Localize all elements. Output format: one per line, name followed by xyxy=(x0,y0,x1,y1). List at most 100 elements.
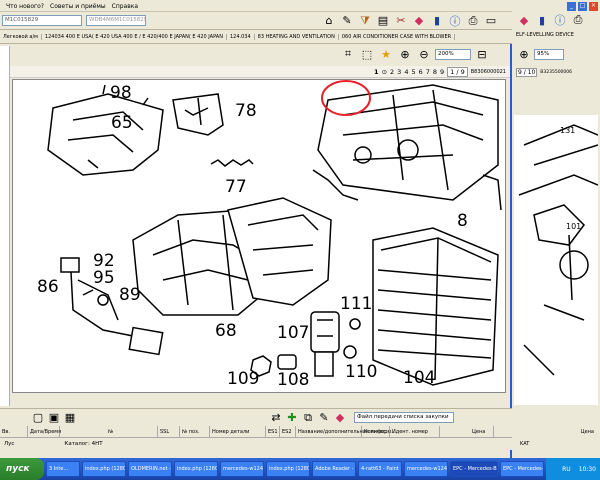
page-7[interactable]: 7 xyxy=(426,68,430,76)
second-zoom-select[interactable]: 95% xyxy=(534,48,564,60)
part-8-drawing[interactable] xyxy=(482,174,502,211)
col-header[interactable]: № xyxy=(106,425,158,438)
taskbar-item[interactable]: index.php (1280 ... xyxy=(266,461,310,477)
col-header[interactable]: Название/дополнительная информ... xyxy=(296,425,396,438)
taskbar-item[interactable]: EPC - Mercedes-B... xyxy=(500,461,544,477)
label-109[interactable]: 109 xyxy=(227,369,259,389)
menu-tips[interactable]: Советы и приёмы xyxy=(50,3,106,10)
tools-icon[interactable]: ✂ xyxy=(393,13,409,29)
edit-list-icon[interactable]: ✎ xyxy=(316,410,332,426)
parts-diagram[interactable]: 98 65 78 77 8 92 95 86 89 111 68 107 109… xyxy=(12,79,506,393)
edit-icon[interactable]: ◆ xyxy=(516,12,532,28)
taskbar-item[interactable]: mercedes-w124-... xyxy=(220,461,264,477)
taskbar-item[interactable]: index.php (1280 ... xyxy=(82,461,126,477)
label-86[interactable]: 86 xyxy=(37,277,59,297)
col-header[interactable]: Количес... xyxy=(362,425,391,438)
col-header[interactable]: № поз. xyxy=(180,425,210,438)
copy-icon[interactable]: ⧉ xyxy=(300,410,316,426)
page-9[interactable]: 9 xyxy=(440,68,444,76)
transfer-file-select[interactable]: Файл передачи списка закупки xyxy=(354,412,454,423)
window-icon[interactable]: ▭ xyxy=(483,13,499,29)
label-101[interactable]: 101 xyxy=(566,222,581,231)
part-107-drawing[interactable] xyxy=(310,311,340,377)
zoom-in-icon[interactable]: ⊕ xyxy=(516,46,532,62)
page-6[interactable]: 6 xyxy=(419,68,423,76)
language-indicator[interactable]: RU xyxy=(562,466,571,473)
taskbar-item[interactable]: OLDMERIN.net -... xyxy=(128,461,172,477)
info-icon[interactable]: ⓘ xyxy=(552,12,568,28)
label-8[interactable]: 8 xyxy=(457,211,468,231)
page-nav-icon[interactable]: ⊙ xyxy=(382,68,387,76)
book-icon[interactable]: ▮ xyxy=(429,13,445,29)
minimize-icon[interactable]: _ xyxy=(567,1,576,11)
col-header[interactable]: Цена xyxy=(470,425,494,438)
col-header[interactable]: Номер детали xyxy=(210,425,266,438)
close-icon[interactable]: × xyxy=(589,1,598,11)
path-segment[interactable]: 124034 400 E USA( E 420 USA 400 E / E 42… xyxy=(42,33,227,40)
zoom-out-icon[interactable]: ⊖ xyxy=(416,46,432,62)
label-108[interactable]: 108 xyxy=(277,370,309,390)
page-2[interactable]: 2 xyxy=(390,68,394,76)
page-1[interactable]: 1 xyxy=(374,68,379,76)
print-icon[interactable]: ⎙ xyxy=(465,13,481,29)
crop-icon[interactable]: ⌗ xyxy=(340,46,356,62)
vin2-combo[interactable]: WDB4M6M1C015829 xyxy=(86,15,146,26)
transfer-icon[interactable]: ⇄ xyxy=(268,410,284,426)
info-icon[interactable]: ⓘ xyxy=(447,13,463,29)
menu-help[interactable]: Справка xyxy=(112,3,138,10)
label-104[interactable]: 104 xyxy=(403,368,435,388)
taskbar-item[interactable]: index.php (1280 ... xyxy=(174,461,218,477)
page-8[interactable]: 8 xyxy=(433,68,437,76)
second-col-header[interactable]: Цена xyxy=(516,426,600,438)
select-icon[interactable]: ⬚ xyxy=(359,46,375,62)
page-5[interactable]: 5 xyxy=(411,68,415,76)
second-diagram[interactable]: 131 101 xyxy=(514,115,598,405)
path-segment[interactable]: 124.034 xyxy=(227,33,255,40)
menu-whats-new[interactable]: Что нового? xyxy=(6,3,44,10)
clock[interactable]: 10:30 xyxy=(579,466,596,473)
zoom-in-icon[interactable]: ⊕ xyxy=(397,46,413,62)
filter-icon[interactable]: ⧩ xyxy=(357,13,373,29)
page-3[interactable]: 3 xyxy=(397,68,401,76)
label-77[interactable]: 77 xyxy=(225,177,247,197)
calc-icon[interactable]: ▦ xyxy=(62,410,78,426)
col-header[interactable]: Дата/Время xyxy=(28,425,61,438)
taskbar-item[interactable]: Adobe Reader - ... xyxy=(312,461,356,477)
taskbar-item[interactable]: 4-ratt63 - Paint xyxy=(358,461,402,477)
path-segment[interactable]: Легковой а/м xyxy=(0,33,42,40)
folder-icon[interactable]: ▣ xyxy=(46,410,62,426)
path-segment[interactable]: 060 AIR CONDITIONER CASE WITH BLOWER xyxy=(339,33,456,40)
page-4[interactable]: 4 xyxy=(404,68,408,76)
blower-housing-drawing[interactable] xyxy=(312,84,499,201)
label-131[interactable]: 131 xyxy=(560,126,575,135)
col-header[interactable]: Идент. номер xyxy=(390,425,440,438)
part-78-drawing[interactable] xyxy=(172,93,224,136)
taskbar-item[interactable]: EPC - Mercedes-B... xyxy=(450,461,498,477)
print-icon[interactable]: ⎙ xyxy=(570,12,586,28)
part-111-drawing[interactable] xyxy=(349,318,361,330)
path-segment[interactable]: 83 HEATING AND VENTILATION xyxy=(255,33,339,40)
part-104-drawing[interactable] xyxy=(372,227,499,386)
vin-combo[interactable]: M1C015829 xyxy=(2,15,82,26)
close-view-icon[interactable]: ⊟ xyxy=(474,46,490,62)
part-108-drawing[interactable] xyxy=(277,354,297,370)
label-95[interactable]: 95 xyxy=(93,268,115,288)
col-header[interactable]: SSL xyxy=(158,425,180,438)
add-icon[interactable]: ✚ xyxy=(284,410,300,426)
delete-icon[interactable]: ◆ xyxy=(332,410,348,426)
eraser-icon[interactable]: ◆ xyxy=(411,13,427,29)
part-110-drawing[interactable] xyxy=(343,345,357,359)
label-78[interactable]: 78 xyxy=(235,101,257,121)
col-header[interactable]: ES1 xyxy=(266,425,280,438)
book-icon[interactable]: ▮ xyxy=(534,12,550,28)
maximize-icon[interactable]: □ xyxy=(578,1,587,11)
start-button[interactable]: пуск xyxy=(0,458,44,480)
star-icon[interactable]: ★ xyxy=(378,46,394,62)
label-68[interactable]: 68 xyxy=(215,321,237,341)
taskbar-item[interactable]: mercedes-w124-... xyxy=(404,461,448,477)
label-98[interactable]: 98 xyxy=(110,83,132,103)
edit-icon[interactable]: ✎ xyxy=(339,13,355,29)
label-110[interactable]: 110 xyxy=(345,362,377,382)
label-89[interactable]: 89 xyxy=(119,285,141,305)
part-65-drawing[interactable] xyxy=(47,84,164,176)
